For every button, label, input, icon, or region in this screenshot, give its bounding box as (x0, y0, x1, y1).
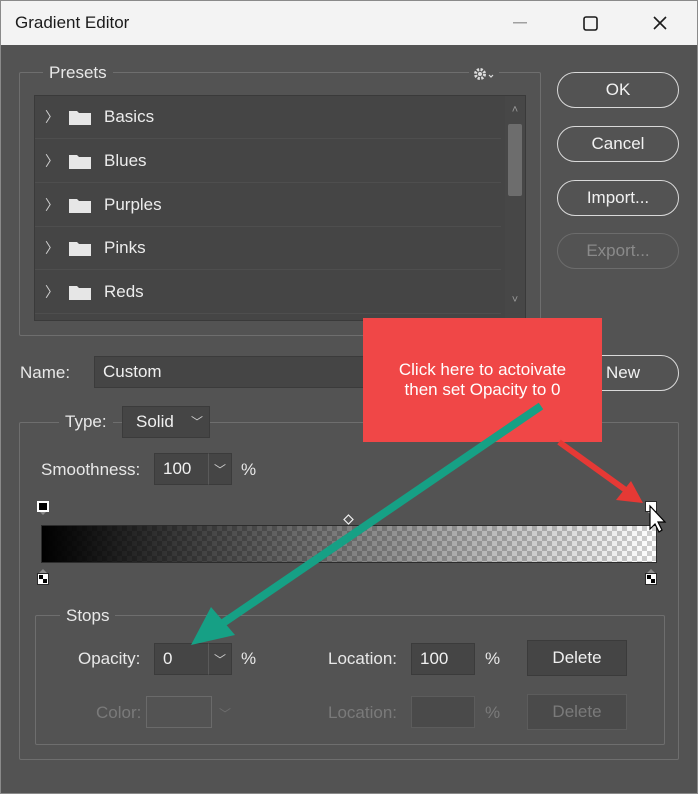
stops-legend: Stops (60, 606, 116, 626)
color-location-unit: % (485, 703, 501, 722)
opacity-location-input[interactable]: 100 (411, 643, 475, 675)
chevron-down-icon: ﹀ (190, 415, 203, 429)
preset-label: Basics (104, 107, 155, 126)
annotation-callout: Click here to actoivate then set Opacity… (363, 318, 602, 442)
presets-scroll-thumb[interactable] (508, 124, 522, 196)
color-stop-left[interactable] (37, 569, 49, 585)
gradient-type-select[interactable]: Solid ﹀ (122, 406, 210, 438)
smoothness-label: Smoothness: (41, 460, 141, 479)
annotation-line-2: then set Opacity to 0 (404, 380, 561, 399)
color-label: Color: (96, 703, 142, 722)
scroll-up-icon[interactable]: ˄ (507, 104, 523, 116)
color-location-input[interactable] (411, 696, 475, 728)
gear-icon (474, 68, 494, 80)
folder-icon (69, 111, 91, 125)
opacity-stop-right[interactable] (645, 501, 657, 515)
chevron-right-icon[interactable]: 〉 (35, 238, 69, 258)
maximize-button[interactable] (567, 1, 613, 45)
color-location-label: Location: (328, 703, 397, 722)
gradient-type-value: Solid (136, 412, 174, 431)
annotation-line-1: Click here to actoivate (398, 360, 567, 379)
color-swatch[interactable] (146, 696, 212, 728)
color-delete-button[interactable]: Delete (527, 694, 627, 730)
export-button[interactable]: Export... (557, 233, 679, 269)
close-icon (653, 16, 667, 30)
chevron-down-icon[interactable]: ﹀ (219, 705, 231, 722)
preset-folder-purples[interactable]: 〉 Purples (35, 184, 501, 227)
preset-label: Blues (104, 151, 147, 170)
preset-folder-reds[interactable]: 〉 Reds (35, 271, 501, 314)
color-stop-right[interactable] (645, 569, 657, 585)
chevron-right-icon[interactable]: 〉 (35, 282, 69, 302)
chevron-right-icon[interactable]: 〉 (35, 195, 69, 215)
preset-folder-basics[interactable]: 〉 Basics (35, 96, 501, 139)
opacity-delete-button[interactable]: Delete (527, 640, 627, 676)
preset-label: Reds (104, 282, 144, 301)
minimize-button[interactable] (497, 1, 543, 45)
minimize-icon (513, 22, 527, 24)
midpoint-diamond[interactable] (343, 514, 354, 525)
title-bar: Gradient Editor (1, 1, 697, 45)
presets-legend: Presets (43, 63, 113, 83)
maximize-icon (582, 15, 598, 31)
smoothness-input[interactable]: 100 (154, 453, 209, 485)
type-label: Type: (59, 412, 113, 432)
folder-icon (69, 286, 91, 300)
folder-icon (69, 242, 91, 256)
opacity-location-label: Location: (328, 649, 397, 668)
window-title: Gradient Editor (15, 13, 130, 32)
preset-label: Pinks (104, 238, 146, 257)
presets-settings-button[interactable] (469, 63, 499, 85)
smoothness-unit: % (241, 460, 257, 479)
opacity-dropdown[interactable]: ﹀ (208, 643, 232, 675)
preset-folder-blues[interactable]: 〉 Blues (35, 140, 501, 183)
gradient-preview-bar[interactable] (41, 525, 657, 563)
name-label: Name: (20, 363, 71, 382)
close-button[interactable] (637, 1, 683, 45)
chevron-down-icon: ﹀ (213, 652, 226, 667)
chevron-right-icon[interactable]: 〉 (35, 151, 69, 171)
gradient-editor-window: Gradient Editor Presets 〉 Basics 〉 Blues (0, 0, 698, 794)
opacity-input[interactable]: 0 (154, 643, 209, 675)
name-input[interactable]: Custom (94, 356, 394, 388)
chevron-down-icon: ﹀ (213, 462, 226, 477)
opacity-label: Opacity: (78, 649, 141, 668)
presets-list[interactable]: 〉 Basics 〉 Blues 〉 Purples 〉 Pinks 〉 Red… (34, 95, 526, 321)
preset-label: Purples (104, 195, 162, 214)
import-button[interactable]: Import... (557, 180, 679, 216)
folder-icon (69, 199, 91, 213)
preset-folder-pinks[interactable]: 〉 Pinks (35, 227, 501, 270)
cancel-button[interactable]: Cancel (557, 126, 679, 162)
folder-icon (69, 155, 91, 169)
opacity-location-unit: % (485, 649, 501, 668)
opacity-stop-left[interactable] (37, 501, 49, 515)
opacity-unit: % (241, 649, 257, 668)
chevron-right-icon[interactable]: 〉 (35, 107, 69, 127)
smoothness-dropdown[interactable]: ﹀ (208, 453, 232, 485)
scroll-down-icon[interactable]: ˅ (507, 294, 523, 306)
ok-button[interactable]: OK (557, 72, 679, 108)
